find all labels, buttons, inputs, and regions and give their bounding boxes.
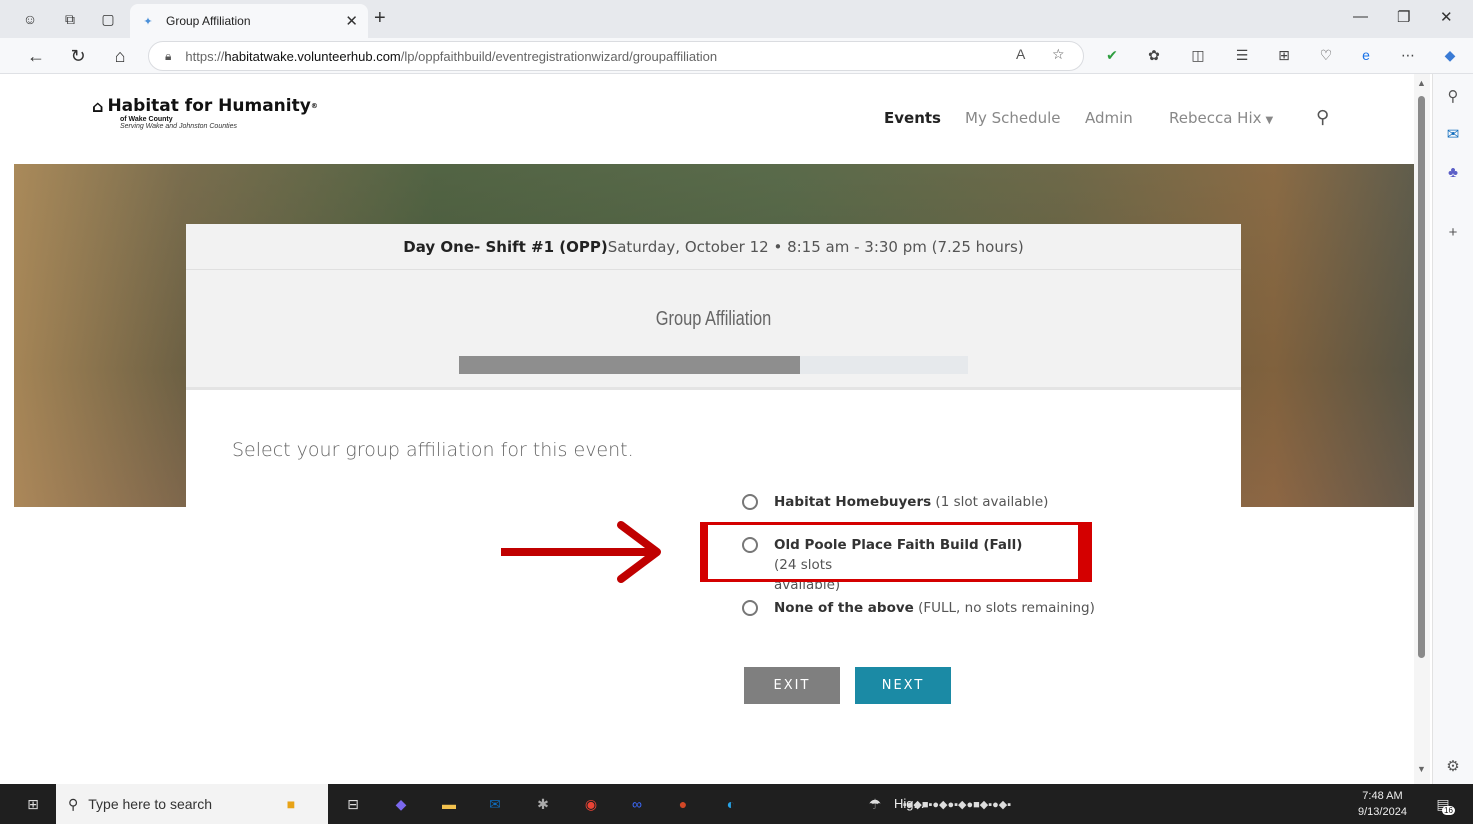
nav-my-schedule[interactable]: My Schedule: [965, 109, 1061, 127]
url-prefix: https://: [185, 48, 225, 64]
radio-button[interactable]: [742, 600, 758, 616]
logo-tagline: Serving Wake and Johnston Counties: [120, 123, 237, 130]
clock-time: 7:48 AM: [1362, 790, 1403, 802]
lock-icon[interactable]: 🔒︎: [165, 49, 171, 64]
url-path: /lp/oppfaithbuild/eventregistrationwizar…: [400, 48, 718, 64]
app-icon[interactable]: ✱: [532, 794, 554, 814]
profile-avatar-icon[interactable]: ☺: [20, 9, 40, 29]
tab-title: Group Affiliation: [166, 14, 251, 28]
favorites-icon[interactable]: ☰: [1232, 45, 1252, 65]
new-tab-icon[interactable]: +: [374, 7, 386, 30]
wizard-header: Group Affiliation: [186, 270, 1241, 390]
browser-toolbar: ← ↻ ⌂ 🔒︎ https://habitatwake.volunteerhu…: [0, 38, 1473, 74]
exit-button[interactable]: EXIT: [744, 667, 840, 704]
option-habitat-homebuyers[interactable]: Habitat Homebuyers (1 slot available): [742, 492, 1048, 512]
option-label: None of the above (FULL, no slots remain…: [774, 600, 1095, 616]
nav-events[interactable]: Events: [884, 109, 941, 127]
logo-reg-mark: ®: [310, 102, 318, 110]
more-options-icon[interactable]: ⋯: [1398, 45, 1418, 65]
radio-button[interactable]: [742, 494, 758, 510]
weather-icon[interactable]: ☂: [864, 794, 886, 814]
progress-fill: [459, 356, 801, 374]
url-bar[interactable]: 🔒︎ https://habitatwake.volunteerhub.com /…: [148, 41, 1084, 71]
edge-taskbar-icon[interactable]: ◐: [720, 794, 742, 814]
favorite-star-icon[interactable]: ☆: [1052, 46, 1065, 63]
search-icon[interactable]: ⚲: [1316, 107, 1329, 128]
outlook-icon[interactable]: ✉: [1443, 124, 1463, 144]
task-view-icon[interactable]: ⊟: [342, 794, 364, 814]
add-sidebar-app-icon[interactable]: +: [1443, 222, 1463, 242]
powerpoint-icon[interactable]: ●: [672, 794, 694, 814]
file-explorer-icon[interactable]: ▬: [438, 794, 460, 814]
tray-icons[interactable]: ▪●◆■▪●◆●▪◆●■◆▪●◆▪: [903, 794, 1011, 814]
clock-date: 9/13/2024: [1358, 806, 1407, 818]
event-info-bar: Day One- Shift #1 (OPP) ⊙ Saturday, Octo…: [186, 224, 1241, 270]
notification-count-badge: 16: [1442, 806, 1455, 815]
annotation-highlight-box: [700, 522, 1092, 582]
edge-extension-icon[interactable]: e: [1356, 45, 1376, 65]
teams-icon[interactable]: ♣: [1443, 162, 1463, 182]
habitat-house-icon: ⌂: [92, 96, 104, 116]
read-aloud-icon[interactable]: A: [1016, 46, 1025, 62]
option-none-of-the-above[interactable]: None of the above (FULL, no slots remain…: [742, 598, 1095, 618]
extension-puzzle-icon[interactable]: ✿: [1144, 45, 1164, 65]
step-title: Group Affiliation: [655, 308, 772, 330]
progress-bar: [459, 356, 968, 374]
briefcase-icon[interactable]: ■: [280, 794, 302, 814]
back-icon[interactable]: ←: [24, 44, 48, 68]
minimize-icon[interactable]: —: [1353, 8, 1368, 25]
windows-taskbar: ⊞ ⚲ Type here to search ■ ⊟ ◆ ▬ ✉ ✱ ◉ ∞ …: [0, 784, 1473, 824]
sidebar-settings-icon[interactable]: ⚙: [1443, 756, 1463, 776]
taskbar-search-placeholder: Type here to search: [88, 796, 213, 812]
web-page: ⌂ Habitat for Humanity ® of Wake County Se…: [14, 74, 1414, 784]
restore-icon[interactable]: ❐: [1397, 8, 1410, 26]
search-icon: ⚲: [68, 795, 79, 812]
url-domain: habitatwake.volunteerhub.com: [224, 48, 401, 64]
performance-icon[interactable]: ♡: [1316, 45, 1336, 65]
close-window-icon[interactable]: ✕: [1440, 8, 1453, 26]
tab-group-affiliation[interactable]: ✦ Group Affiliation ✕: [130, 4, 368, 38]
page-scrollbar[interactable]: ▲ ▼: [1414, 74, 1430, 784]
group-affiliation-prompt: Select your group affiliation for this e…: [232, 439, 634, 461]
home-icon[interactable]: ⌂: [108, 44, 132, 68]
logo-subtitle: of Wake County: [120, 116, 173, 123]
event-datetime: Saturday, October 12 • 8:15 am - 3:30 pm…: [607, 237, 1024, 256]
outlook-taskbar-icon[interactable]: ✉: [484, 794, 506, 814]
site-favicon-icon: ✦: [143, 15, 153, 28]
nav-user-menu[interactable]: Rebecca Hix ▼: [1169, 109, 1273, 127]
nav-admin[interactable]: Admin: [1085, 109, 1133, 127]
next-button[interactable]: NEXT: [855, 667, 951, 704]
scroll-down-icon[interactable]: ▼: [1417, 764, 1426, 774]
copilot-taskbar-icon[interactable]: ◆: [390, 794, 412, 814]
chrome-icon[interactable]: ◉: [580, 794, 602, 814]
split-screen-icon[interactable]: ◫: [1188, 45, 1208, 65]
system-clock[interactable]: 7:48 AM 9/13/2024: [1358, 788, 1407, 820]
windows-start-icon[interactable]: ⊞: [22, 794, 44, 814]
logo-main-text: Habitat for Humanity: [107, 96, 311, 116]
refresh-icon[interactable]: ↻: [66, 44, 90, 68]
tab-actions-icon[interactable]: ▢: [98, 9, 118, 29]
site-header: ⌂ Habitat for Humanity ® of Wake County Se…: [14, 74, 1414, 164]
user-name: Rebecca Hix: [1169, 109, 1262, 127]
workspaces-icon[interactable]: ⧉: [60, 9, 80, 29]
browser-titlebar: ☺ ⧉ ▢ ✦ Group Affiliation ✕ + — ❐ ✕: [0, 0, 1473, 38]
extension-check-icon[interactable]: ✔: [1102, 45, 1122, 65]
habitat-logo[interactable]: ⌂ Habitat for Humanity ® of Wake County Se…: [92, 96, 318, 130]
close-tab-icon[interactable]: ✕: [345, 12, 358, 30]
scroll-up-icon[interactable]: ▲: [1417, 78, 1426, 88]
registration-wizard-card: Day One- Shift #1 (OPP) ⊙ Saturday, Octo…: [186, 224, 1241, 784]
browser-sidebar: ⚲ ✉ ♣ + ⚙: [1432, 74, 1473, 784]
chevron-down-icon: ▼: [1265, 115, 1274, 126]
event-name: Day One- Shift #1 (OPP): [403, 237, 608, 256]
option-label: Habitat Homebuyers (1 slot available): [774, 494, 1049, 510]
collections-icon[interactable]: ⊞: [1274, 45, 1294, 65]
copilot-icon[interactable]: ◆: [1440, 45, 1460, 65]
sidebar-search-icon[interactable]: ⚲: [1443, 86, 1463, 106]
scrollbar-thumb[interactable]: [1418, 96, 1425, 658]
webex-icon[interactable]: ∞: [626, 794, 648, 814]
annotation-arrow-icon: [501, 521, 661, 583]
